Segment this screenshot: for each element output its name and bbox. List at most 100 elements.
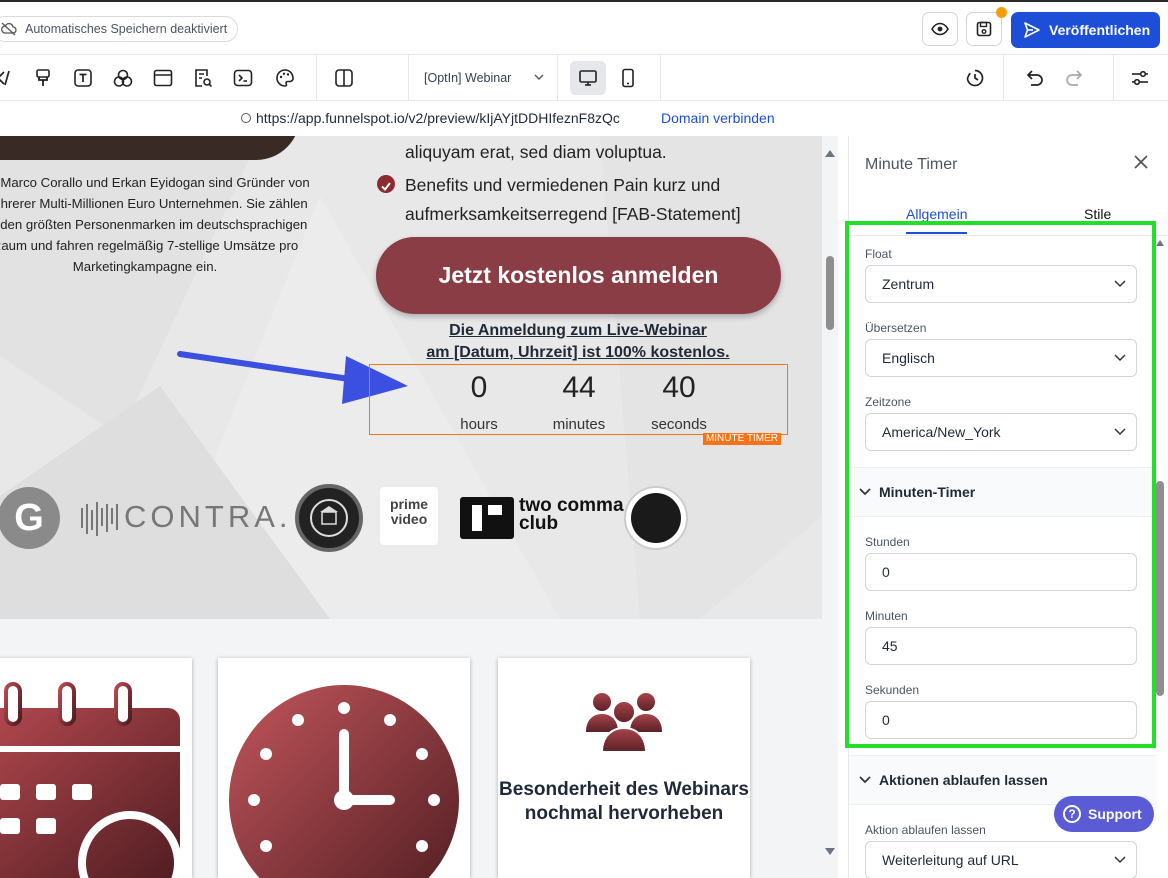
desktop-view-button[interactable] bbox=[570, 61, 606, 95]
timer-hours-label: hours bbox=[460, 416, 498, 433]
toolbar-divider bbox=[1113, 55, 1114, 101]
contra-logo: CONTRA. bbox=[80, 499, 292, 536]
form-icon[interactable] bbox=[191, 66, 215, 90]
support-button[interactable]: ? Support bbox=[1054, 796, 1154, 832]
publish-label: Veröffentlichen bbox=[1049, 22, 1151, 38]
preview-url[interactable]: https://app.funnelspot.io/v2/preview/kIj… bbox=[256, 110, 620, 126]
settings-sliders-icon[interactable] bbox=[1128, 66, 1152, 90]
check-circle-icon bbox=[377, 175, 395, 193]
two-comma-text: two comma club bbox=[519, 496, 624, 533]
webinar-note: Die Anmeldung zum Live-Webinar am [Datum… bbox=[378, 320, 778, 364]
prime-video-logo: prime video bbox=[380, 487, 438, 545]
floppy-disk-icon bbox=[976, 21, 992, 37]
page-select[interactable]: [OptIn] Webinar bbox=[410, 61, 556, 95]
layout-icon[interactable] bbox=[151, 66, 175, 90]
split-view-icon[interactable] bbox=[332, 66, 356, 90]
editor-canvas: ⭐ Marco Corallo und Erkan Eyidogan sind … bbox=[0, 136, 838, 878]
contra-bars-icon bbox=[81, 501, 118, 536]
feature-card-clock[interactable] bbox=[218, 658, 470, 878]
code-icon[interactable] bbox=[0, 66, 18, 90]
canvas-scrollbar-thumb[interactable] bbox=[826, 256, 834, 330]
benefit-text: Benefits und vermiedenen Pain kurz und a… bbox=[405, 175, 741, 224]
timer-minutes-value: 44 bbox=[562, 371, 596, 404]
brush-icon[interactable] bbox=[31, 66, 55, 90]
mobile-icon bbox=[622, 68, 634, 88]
undo-icon[interactable] bbox=[1022, 66, 1046, 90]
canvas-scrollbar-track[interactable] bbox=[822, 136, 838, 860]
webinar-note-line-1: Die Anmeldung zum Live-Webinar bbox=[449, 322, 707, 339]
hero-section[interactable]: ⭐ Marco Corallo und Erkan Eyidogan sind … bbox=[0, 136, 822, 619]
text-icon[interactable] bbox=[71, 66, 95, 90]
timer-hours: 0 hours bbox=[439, 369, 519, 435]
terminal-icon[interactable] bbox=[231, 66, 255, 90]
timer-minutes: 44 minutes bbox=[539, 369, 619, 435]
chevron-down-icon bbox=[1114, 856, 1126, 864]
scroll-up-arrow-icon[interactable] bbox=[825, 150, 835, 157]
support-label: Support bbox=[1088, 806, 1142, 822]
save-button[interactable] bbox=[966, 7, 1007, 46]
shapes-icon[interactable] bbox=[111, 66, 135, 90]
expire-action-value: Weiterleitung auf URL bbox=[882, 852, 1019, 868]
mobile-view-button[interactable] bbox=[610, 61, 646, 95]
g-logo: G bbox=[0, 487, 60, 549]
highlight-box bbox=[845, 221, 1156, 748]
panel-title: Minute Timer bbox=[865, 156, 958, 173]
desktop-icon bbox=[579, 70, 597, 86]
send-icon bbox=[1024, 22, 1040, 38]
palette-icon[interactable] bbox=[273, 66, 297, 90]
status-circle-icon bbox=[241, 113, 251, 123]
notification-dot bbox=[996, 7, 1007, 18]
expire-action-label: Aktion ablaufen lassen bbox=[865, 823, 986, 837]
eye-icon bbox=[931, 22, 949, 36]
panel-scrollbar-thumb[interactable] bbox=[1156, 481, 1164, 696]
editor-toolbar: [OptIn] Webinar bbox=[0, 55, 1168, 101]
people-icon bbox=[586, 693, 662, 753]
page-select-value: [OptIn] Webinar bbox=[424, 71, 512, 85]
clock-icon bbox=[229, 685, 459, 878]
toolbar-divider bbox=[660, 55, 661, 101]
autosave-status[interactable]: Automatisches Speichern deaktiviert bbox=[0, 16, 239, 42]
minute-timer[interactable]: 0 hours 44 minutes 40 seconds MINUTE TIM… bbox=[369, 364, 788, 445]
timer-seconds-value: 40 bbox=[662, 371, 696, 404]
contra-logo-text: CONTRA. bbox=[124, 499, 292, 534]
toolbar-divider bbox=[316, 55, 317, 101]
preview-button[interactable] bbox=[922, 12, 958, 46]
founders-photo bbox=[0, 136, 300, 160]
toolbar-divider bbox=[557, 55, 558, 101]
prime-line-2: video bbox=[390, 511, 428, 527]
founders-bio: ⭐ Marco Corallo und Erkan Eyidogan sind … bbox=[0, 175, 310, 274]
benefit-text-top: aliquyam erat, sed diam voluptua. bbox=[405, 142, 667, 162]
section-expire-actions-label: Aktionen ablaufen lassen bbox=[879, 772, 1048, 788]
connect-domain-link[interactable]: Domain verbinden bbox=[661, 110, 775, 126]
autosave-label: Automatisches Speichern deaktiviert bbox=[25, 22, 228, 36]
benefit-item: Benefits und vermiedenen Pain kurz und a… bbox=[377, 171, 777, 229]
inner-circle-logo bbox=[624, 486, 688, 550]
feature-card-calendar[interactable] bbox=[0, 658, 192, 878]
chevron-down-icon bbox=[534, 74, 544, 80]
toolbar-divider bbox=[408, 55, 409, 101]
preview-url-bar: https://app.funnelspot.io/v2/preview/kIj… bbox=[0, 101, 1168, 136]
prime-line-1: prime bbox=[389, 496, 429, 512]
redo-icon[interactable] bbox=[1063, 66, 1087, 90]
calendar-icon bbox=[0, 682, 182, 878]
register-button[interactable]: Jetzt kostenlos anmelden bbox=[376, 237, 781, 314]
feature-card-people[interactable]: Besonderheit des Webinars nochmal hervor… bbox=[498, 658, 750, 878]
toolbar-divider bbox=[1003, 55, 1004, 101]
publish-button[interactable]: Veröffentlichen bbox=[1011, 12, 1160, 48]
entrepreneur-university-logo bbox=[295, 484, 363, 552]
close-icon[interactable] bbox=[1133, 154, 1149, 170]
history-icon[interactable] bbox=[963, 66, 987, 90]
help-icon: ? bbox=[1063, 805, 1081, 823]
tab-style[interactable]: Stile bbox=[1084, 206, 1111, 222]
timer-seconds-label: seconds bbox=[651, 416, 707, 433]
panel-scroll-up-arrow-icon[interactable] bbox=[1156, 240, 1164, 246]
timer-seconds: 40 seconds bbox=[639, 369, 719, 435]
element-type-tag: MINUTE TIMER bbox=[702, 433, 781, 445]
expire-action-select[interactable]: Weiterleitung auf URL bbox=[865, 841, 1137, 878]
timer-minutes-label: minutes bbox=[552, 416, 606, 433]
chevron-down-icon bbox=[859, 776, 871, 784]
timer-hours-value: 0 bbox=[470, 371, 488, 404]
scroll-down-arrow-icon[interactable] bbox=[825, 848, 835, 855]
two-comma-emblem bbox=[460, 497, 514, 539]
top-bar: Automatisches Speichern deaktiviert Verö… bbox=[0, 0, 1168, 55]
